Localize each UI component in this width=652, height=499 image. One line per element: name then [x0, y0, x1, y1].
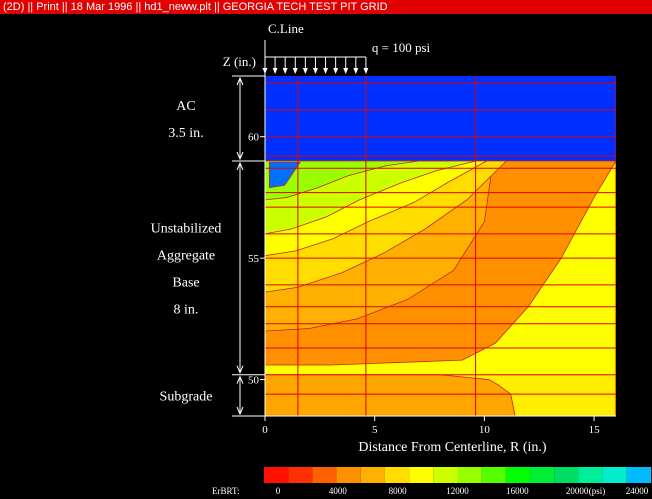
layer-label-line: 8 in. [174, 302, 199, 317]
colorbar-swatch [530, 467, 555, 483]
x-tick-label: 15 [589, 424, 601, 436]
layer-dimension-lines [232, 75, 265, 417]
colorbar-swatch [384, 467, 410, 483]
load-arrowhead [333, 68, 339, 74]
x-axis-label: Distance From Centerline, R (in.) [358, 440, 547, 455]
load-arrowhead [292, 68, 298, 74]
load-arrowhead [282, 68, 288, 74]
colorbar-tick-label: 12000 [446, 486, 469, 496]
colorbar-tick-label: 16000 [506, 486, 529, 496]
colorbar-swatch [264, 467, 289, 483]
colorbar-label: ErBRT: [212, 486, 240, 496]
y-tick-label: 60 [248, 132, 260, 144]
colorbar-tick-label: 20000 [566, 486, 589, 496]
subgrade-contour-zone [265, 374, 516, 416]
layer-labels: AC 3.5 in. Unstabilized Aggregate Base 8 in. S… [151, 99, 222, 404]
colorbar-tick-label: 4000 [329, 486, 348, 496]
y-tick-label: 50 [248, 375, 260, 387]
y-tick-label: 55 [248, 253, 260, 265]
load-arrowhead [262, 68, 268, 74]
layer-label-line: Subgrade [160, 389, 213, 404]
layer-label-line: Aggregate [157, 248, 215, 263]
ac-layer-fill [265, 76, 616, 161]
colorbar-swatch [409, 467, 434, 483]
colorbar-swatch [360, 467, 385, 483]
load-arrowhead [302, 68, 308, 74]
surface-load: q = 100 psi [262, 40, 431, 74]
load-arrowhead [272, 68, 278, 74]
layer-label-line: Unstabilized [151, 221, 222, 236]
colorbar-tick-label: 0 [276, 486, 281, 496]
layer-fills [265, 76, 616, 416]
x-tick-label: 5 [372, 424, 378, 436]
colorbar-swatch [602, 467, 627, 483]
colorbar-tick-label: 24000 [626, 486, 649, 496]
load-arrowhead [323, 68, 329, 74]
colorbar-swatch [457, 467, 482, 483]
colorbar-swatch [336, 467, 361, 483]
colorbar-swatch [505, 467, 531, 483]
load-arrowhead [343, 68, 349, 74]
colorbar-swatch [626, 467, 651, 483]
centerline-label: C.Line [268, 21, 304, 36]
colorbar-swatch [554, 467, 579, 483]
colorbar: 0 4000 8000 12000 16000 20000 24000 ErBRT: (psi) [212, 467, 651, 496]
stress-contour-chart: AC 3.5 in. Unstabilized Aggregate Base 8 in. S… [151, 21, 651, 496]
layer-label-line: 3.5 in. [168, 126, 203, 141]
colorbar-swatch [288, 467, 313, 483]
colorbar-swatch [433, 467, 458, 483]
colorbar-swatch [481, 467, 506, 483]
load-arrowhead [363, 68, 369, 74]
y-axis-label: Z (in.) [223, 54, 256, 69]
colorbar-swatch [312, 467, 337, 483]
colorbar-unit: (psi) [589, 486, 606, 496]
colorbar-tick-label: 8000 [389, 486, 408, 496]
load-arrowhead [353, 68, 359, 74]
layer-label-line: AC [176, 99, 195, 114]
x-tick-label: 0 [262, 424, 268, 436]
layer-label-line: Base [172, 275, 199, 290]
colorbar-swatch [578, 467, 603, 483]
x-tick-label: 10 [479, 424, 491, 436]
load-arrowhead [312, 68, 318, 74]
load-label: q = 100 psi [372, 40, 431, 55]
